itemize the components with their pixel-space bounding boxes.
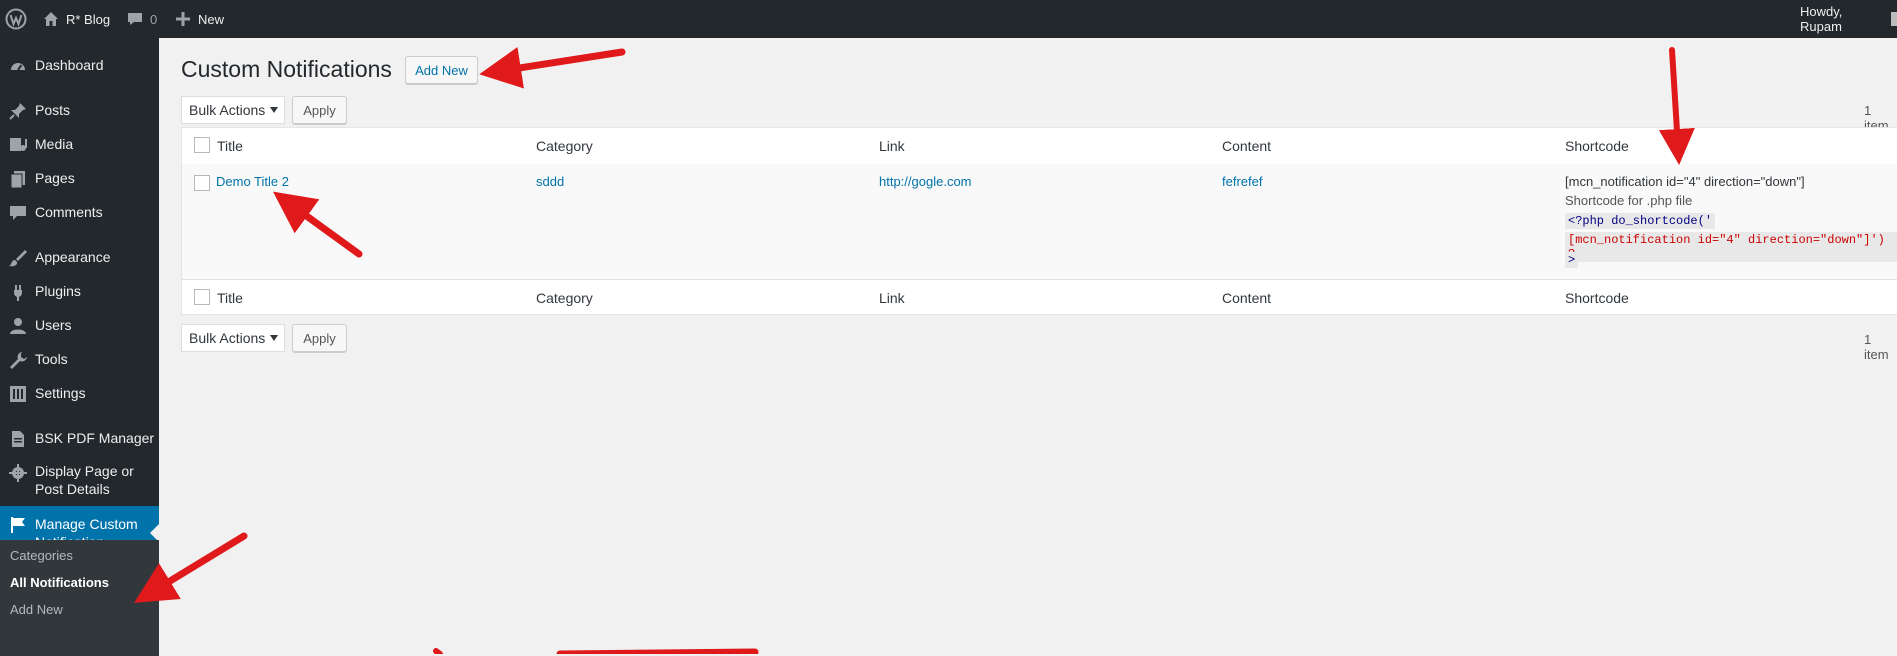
arrow-to-demo-title xyxy=(272,191,363,258)
arrow-to-shortcode xyxy=(1658,47,1695,165)
arrow-to-all-notifications xyxy=(134,532,248,603)
annotation-arrows xyxy=(134,47,1695,654)
arrow-to-add-new xyxy=(479,47,626,89)
